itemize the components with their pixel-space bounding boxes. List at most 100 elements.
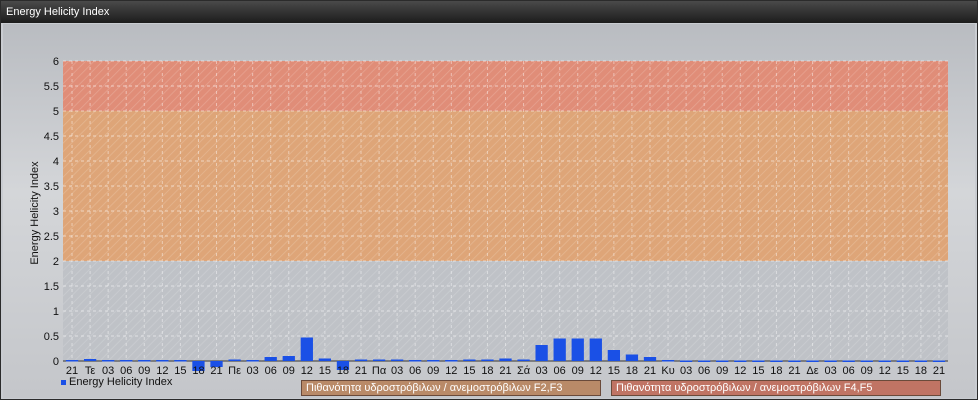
x-tick-label: 15	[463, 365, 475, 377]
x-tick-label: 21	[644, 365, 656, 377]
y-tick-label: 0.5	[44, 331, 59, 343]
bar	[535, 345, 548, 361]
bar	[264, 357, 277, 361]
bar	[120, 360, 133, 362]
x-tick-label: 06	[409, 365, 421, 377]
bar	[734, 360, 747, 362]
x-tick-label: 12	[445, 365, 457, 377]
x-tick-label: 09	[716, 365, 728, 377]
y-tick-label: 0	[53, 356, 59, 368]
x-tick-label: 03	[824, 365, 836, 377]
bar	[607, 350, 621, 361]
x-tick-label: 18	[337, 365, 349, 377]
bar	[589, 338, 602, 361]
y-axis-label: Energy Helicity Index	[29, 161, 41, 265]
bar	[300, 337, 313, 361]
x-tick-label: 03	[680, 365, 692, 377]
bar	[445, 360, 458, 362]
x-tick-label: 15	[608, 365, 620, 377]
y-tick-label: 2.5	[44, 231, 59, 243]
x-tick-label: Δε	[806, 365, 818, 377]
bar	[463, 359, 476, 361]
bar	[354, 359, 368, 361]
x-tick-label: 12	[734, 365, 746, 377]
x-tick-label: Πε	[228, 365, 241, 377]
bar	[896, 360, 909, 362]
bar	[770, 360, 783, 362]
x-tick-label: 18	[481, 365, 493, 377]
x-tick-label: 09	[861, 365, 873, 377]
bar	[860, 360, 873, 362]
x-tick-label: 21	[499, 365, 511, 377]
chart-svg: 00.511.522.533.544.555.56 21 Τε 03 06 09 12 15…	[29, 56, 948, 377]
bar	[932, 360, 946, 362]
x-tick-label: 09	[427, 365, 439, 377]
x-tick-label: 21	[788, 365, 800, 377]
y-tick-label: 4.5	[44, 131, 59, 143]
bar	[752, 360, 765, 362]
x-tick-label: 03	[391, 365, 403, 377]
bar	[716, 360, 729, 362]
bar	[914, 360, 928, 362]
bar	[65, 360, 79, 362]
bar	[553, 338, 566, 361]
x-tick-label: 03	[247, 365, 259, 377]
bar	[788, 360, 801, 362]
y-tick-label: 1.5	[44, 281, 59, 293]
bar	[102, 360, 115, 362]
x-tick-label: 09	[572, 365, 584, 377]
x-tick-label: 15	[319, 365, 331, 377]
bar	[228, 359, 241, 361]
y-tick-label: 3.5	[44, 181, 59, 193]
y-axis-ticks: 0 0.5 1 1.5 2 2.5 3 3.5 4 4.5 5 5.5 6	[44, 56, 59, 368]
bar	[156, 360, 169, 362]
bar	[643, 357, 657, 361]
x-tick-label: 21	[210, 365, 222, 377]
bar	[517, 359, 530, 361]
x-tick-label: Πα	[372, 365, 387, 377]
bar	[246, 360, 259, 362]
x-axis-ticks: 21 Τε 03 06 09 12 15 18 21 Πε 03 06 09 12 15 18 21 Πα 03 06…	[66, 365, 945, 377]
chart-legend: Energy Helicity Index	[61, 376, 172, 388]
x-tick-label: 18	[192, 365, 204, 377]
x-tick-label: 12	[301, 365, 313, 377]
y-tick-label: 6	[53, 56, 59, 68]
x-tick-label: 03	[535, 365, 547, 377]
x-tick-label: 15	[752, 365, 764, 377]
bar	[571, 338, 584, 361]
bar	[661, 360, 675, 362]
bar	[390, 359, 404, 361]
x-tick-label: 12	[879, 365, 891, 377]
x-tick-label: 06	[554, 365, 566, 377]
bar	[138, 360, 151, 362]
bar	[499, 358, 512, 361]
x-tick-label: 06	[843, 365, 855, 377]
bar	[409, 360, 422, 362]
x-tick-label: 18	[626, 365, 638, 377]
chart-window: Energy Helicity Index 0 0.5 1 1.5 2 2.5 3 3.5 4 4…	[0, 0, 978, 400]
band-label-f4-f5: Πιθανότητα υδροστρόβιλων / ανεμοστρόβιλω…	[611, 380, 941, 396]
x-tick-label: 21	[933, 365, 945, 377]
bar	[83, 359, 97, 361]
x-tick-label: Κυ	[661, 365, 674, 377]
bar	[878, 360, 891, 362]
x-tick-label: 06	[265, 365, 277, 377]
bar	[625, 354, 639, 361]
x-tick-label: 06	[698, 365, 710, 377]
y-tick-label: 4	[53, 156, 59, 168]
y-tick-label: 5.5	[44, 81, 59, 93]
legend-swatch	[61, 379, 66, 385]
band-label-f2-f3: Πιθανότητα υδροστρόβιλων / ανεμοστρόβιλω…	[301, 380, 601, 396]
bar	[372, 359, 386, 361]
bar	[824, 360, 837, 362]
bar	[806, 360, 819, 362]
x-tick-label: 12	[590, 365, 602, 377]
bar	[282, 356, 295, 361]
bar	[427, 360, 440, 362]
x-tick-label: 09	[283, 365, 295, 377]
y-tick-label: 2	[53, 256, 59, 268]
x-tick-label: Σά	[517, 365, 531, 377]
x-tick-label: 15	[174, 365, 186, 377]
x-tick-label: 18	[770, 365, 782, 377]
x-tick-label: 21	[355, 365, 367, 377]
